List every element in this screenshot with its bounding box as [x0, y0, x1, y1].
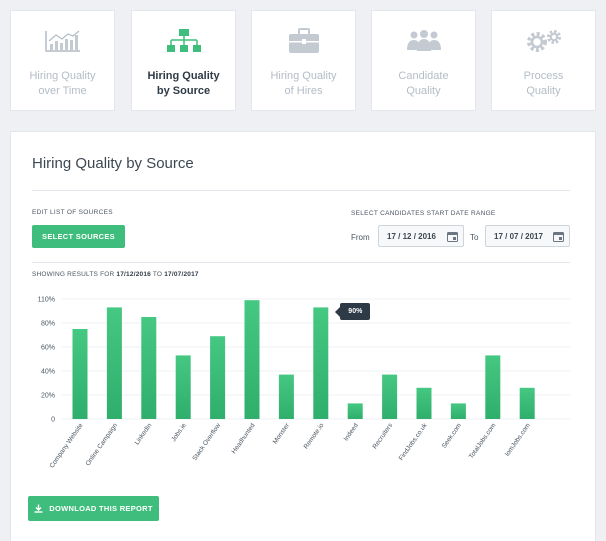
x-tick-label: Online Campaign	[84, 422, 119, 467]
tab-label: Hiring Quality over Time	[29, 70, 96, 97]
divider	[32, 190, 570, 191]
gears-icon	[524, 27, 564, 55]
edit-sources-label: EDIT LIST OF SOURCES	[32, 209, 113, 216]
x-tick-label: FindJobs.co.uk	[398, 422, 429, 462]
tab-label: Process Quality	[523, 70, 564, 97]
tab-process-quality[interactable]: Process Quality	[491, 10, 596, 111]
report-tabs: Hiring Quality over Time Hiring Quality by…	[10, 10, 600, 111]
x-tick-label: Company Website	[49, 422, 85, 470]
y-tick-label: 110%	[38, 297, 55, 304]
tab-label: Hiring Quality by Source	[147, 70, 220, 97]
divider	[32, 262, 570, 263]
line-chart-icon	[43, 27, 83, 55]
x-tick-label: Monster	[272, 421, 292, 445]
y-tick-label: 60%	[41, 345, 55, 352]
bar-seek-com[interactable]	[450, 403, 466, 419]
y-tick-label: 0	[51, 417, 55, 424]
bar-company-website[interactable]	[72, 329, 88, 419]
select-sources-button[interactable]: SELECT SOURCES	[32, 225, 125, 248]
x-tick-label: Indeed	[343, 422, 360, 443]
bar-recruiters[interactable]	[382, 374, 398, 419]
users-icon	[404, 27, 444, 55]
bar-monster[interactable]	[278, 374, 294, 419]
from-date-input[interactable]: 17 / 12 / 2016	[378, 225, 464, 247]
bar-iomjobs-com[interactable]	[519, 387, 535, 419]
report-card: Hiring Quality by Source EDIT LIST OF SO…	[10, 131, 596, 541]
download-report-button[interactable]: DOWNLOAD THIS REPORT	[28, 496, 159, 521]
from-date-value: 17 / 12 / 2016	[387, 231, 436, 241]
tab-candidate-quality[interactable]: Candidate Quality	[371, 10, 476, 111]
x-tick-label: LinkedIn	[134, 422, 154, 446]
x-tick-label: IomJobs.com	[504, 422, 532, 458]
tab-hiring-quality-over-time[interactable]: Hiring Quality over Time	[10, 10, 115, 111]
calendar-icon[interactable]	[447, 231, 458, 242]
source-quality-bar-chart: 0 20% 40% 60% 80% 110% Company Website Online C…	[38, 297, 571, 470]
bar-linkedin[interactable]	[141, 317, 157, 419]
y-tick-label: 20%	[41, 393, 55, 400]
y-tick-label: 80%	[41, 321, 55, 328]
tab-hiring-quality-by-source[interactable]: Hiring Quality by Source	[131, 10, 236, 111]
tab-label: Hiring Quality of Hires	[270, 70, 337, 97]
sitemap-icon	[164, 27, 204, 55]
to-date-input[interactable]: 17 / 07 / 2017	[485, 225, 570, 247]
results-range-text: SHOWING RESULTS FOR 17/12/2016 TO 17/07/…	[32, 271, 199, 278]
tab-label: Candidate Quality	[398, 70, 449, 97]
x-tick-label: Headhunted	[231, 422, 257, 455]
bar-findjobs-co-uk[interactable]	[416, 387, 432, 419]
date-range-label: SELECT CANDIDATES START DATE RANGE	[351, 210, 496, 217]
x-tick-label: Seek.com	[441, 422, 463, 450]
from-label: From	[351, 233, 370, 242]
bar-indeed[interactable]	[347, 403, 363, 419]
x-tick-label: Remote.io	[303, 422, 326, 451]
card-title: Hiring Quality by Source	[32, 155, 194, 172]
bar-remote-io[interactable]	[313, 307, 329, 419]
x-tick-label: Jobs.ie	[170, 422, 188, 443]
bar-online-campaign[interactable]	[106, 307, 122, 419]
briefcase-icon	[284, 27, 324, 55]
bar-stack-overflow[interactable]	[210, 336, 226, 419]
x-tick-label: Stack Overflow	[191, 422, 222, 462]
bar-totaljobs-com[interactable]	[485, 355, 501, 419]
bar-headhunted[interactable]	[244, 300, 260, 419]
to-label: To	[470, 233, 479, 242]
tab-hiring-quality-of-hires[interactable]: Hiring Quality of Hires	[251, 10, 356, 111]
x-tick-label: TotalJobs.com	[468, 422, 498, 460]
calendar-icon[interactable]	[553, 231, 564, 242]
to-date-value: 17 / 07 / 2017	[494, 231, 543, 241]
chart-tooltip: 90%	[335, 303, 371, 321]
y-tick-label: 40%	[41, 369, 55, 376]
bar-jobs-ie[interactable]	[175, 355, 191, 419]
download-icon	[34, 504, 43, 513]
x-tick-label: Recruiters	[372, 422, 395, 451]
